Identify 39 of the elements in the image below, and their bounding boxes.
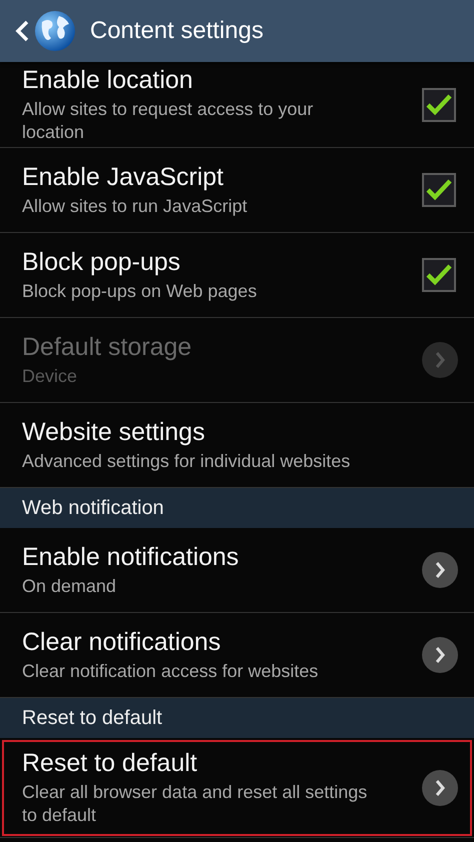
- globe-icon: [34, 10, 76, 52]
- setting-description: Allow sites to run JavaScript: [22, 194, 248, 218]
- setting-title: Default storage: [22, 332, 193, 362]
- arrow-button[interactable]: [422, 552, 458, 588]
- setting-title: Website settings: [22, 418, 206, 446]
- section-header: Reset to default: [0, 698, 474, 738]
- chevron-right-icon: [434, 561, 446, 579]
- setting-description: On demand: [22, 574, 118, 598]
- back-icon: [14, 19, 30, 43]
- setting-description: Device: [22, 364, 78, 388]
- check-icon: [426, 94, 452, 116]
- setting-title: Clear notifications: [22, 628, 222, 656]
- checkbox[interactable]: [422, 88, 456, 122]
- setting-title: Enable notifications: [22, 542, 240, 572]
- chevron-right-icon: [434, 351, 446, 369]
- setting-description: Clear notification access for websites: [22, 660, 320, 682]
- checkbox[interactable]: [422, 258, 456, 292]
- setting-row[interactable]: Enable notifications On demand: [0, 528, 474, 613]
- arrow-button[interactable]: [422, 637, 458, 673]
- setting-description: Block pop-ups on Web pages: [22, 280, 258, 302]
- check-icon: [426, 264, 452, 286]
- checkbox[interactable]: [422, 173, 456, 207]
- screen-title: Content settings: [90, 17, 264, 45]
- chevron-right-icon: [434, 778, 446, 796]
- setting-row[interactable]: Enable location Allow sites to request access to your location: [0, 62, 474, 148]
- highlighted-setting-row[interactable]: Reset to default Clear all browser data and reset all settings to default: [0, 738, 474, 838]
- setting-title: Enable JavaScript: [22, 162, 225, 192]
- check-icon: [426, 179, 452, 201]
- setting-description: Allow sites to request access to your location: [22, 98, 314, 144]
- chevron-right-icon: [434, 646, 446, 664]
- setting-row[interactable]: Enable JavaScript Allow sites to run JavaScript: [0, 148, 474, 233]
- section-header: Web notification: [0, 488, 474, 528]
- setting-description: Advanced settings for individual websites: [22, 450, 352, 472]
- setting-title: Reset to default: [22, 748, 198, 778]
- setting-title: Enable location: [22, 66, 194, 94]
- setting-title: Block pop-ups: [22, 248, 182, 276]
- setting-row[interactable]: Block pop-ups Block pop-ups on Web pages: [0, 233, 474, 318]
- arrow-button[interactable]: [422, 770, 458, 806]
- setting-description: Clear all browser data and reset all settings to default: [22, 780, 368, 826]
